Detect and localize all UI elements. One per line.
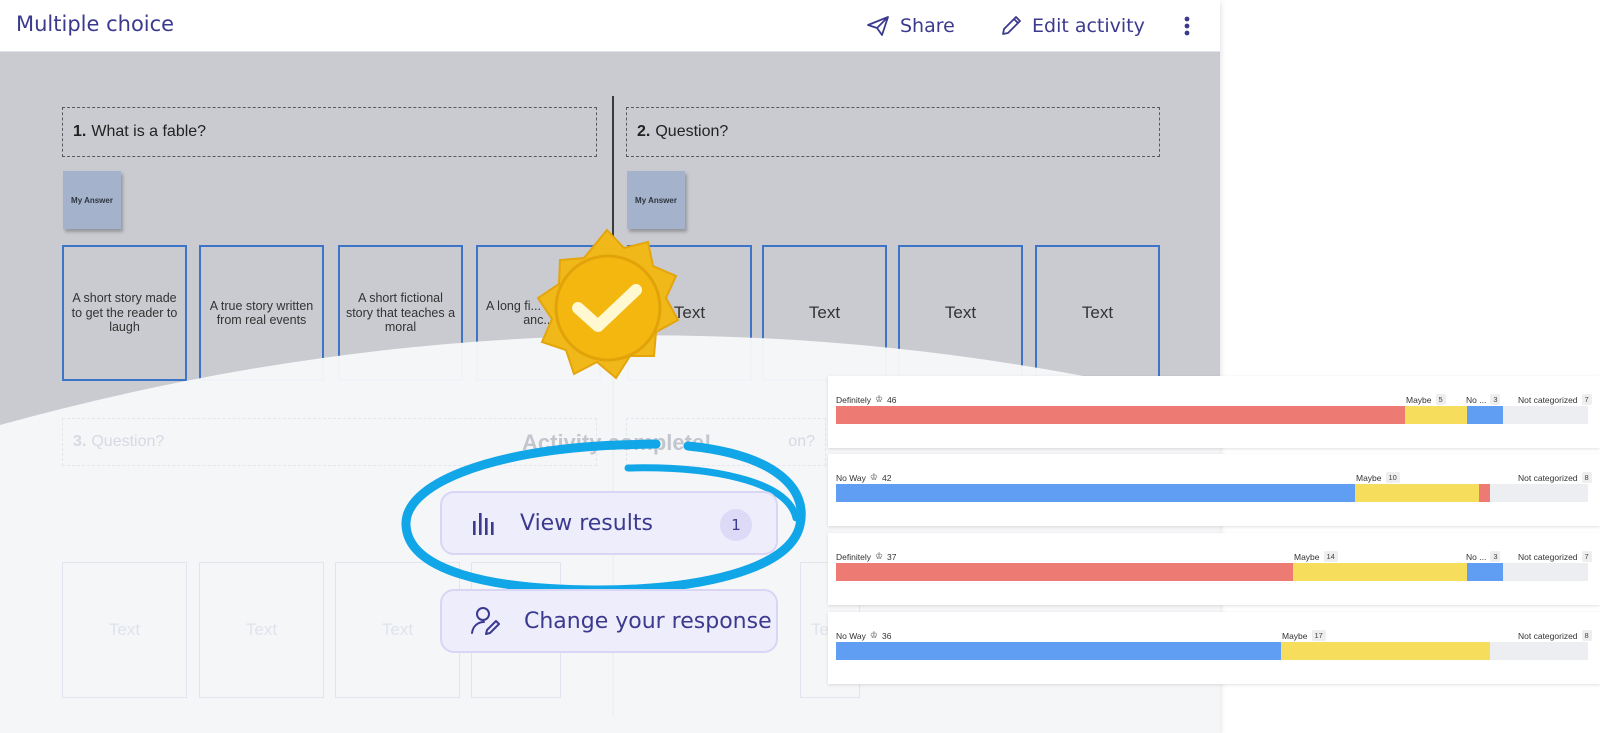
view-results-button[interactable]: View results 1 — [440, 491, 778, 555]
share-label: Share — [900, 15, 955, 37]
result-bar-segment — [1466, 406, 1504, 424]
result-bar-segment — [836, 642, 1282, 660]
crown-icon: ♔ — [874, 551, 884, 561]
option-card-q2-b[interactable]: Text — [762, 245, 887, 381]
result-bar-segment — [836, 406, 1406, 424]
result-row-3-left-label: Definitely ♔ 37 — [836, 551, 897, 562]
crown-icon: ♔ — [869, 472, 878, 482]
option-card-q3-b: Text — [199, 562, 324, 698]
result-bar-segment — [836, 563, 1294, 581]
crown-icon: ♔ — [869, 630, 878, 640]
result-row-2-mid-label: Maybe 10 — [1356, 472, 1400, 483]
result-bar-segment — [1281, 642, 1491, 660]
results-panel: Definitely ♔ 46 Maybe 5 No ... 3 Not categor… — [828, 376, 1600, 684]
more-options-button[interactable] — [1178, 10, 1196, 42]
result-row-1-nc-label: Not categorized 7 — [1518, 394, 1592, 405]
change-response-label: Change your response — [524, 608, 772, 634]
result-row-4[interactable]: No Way ♔ 36 Maybe 17 Not categorized 8 — [828, 612, 1600, 684]
sticky-note-q1[interactable]: My Answer — [63, 171, 121, 229]
option-card-q3-a: Text — [62, 562, 187, 698]
result-bar-segment — [836, 484, 1355, 502]
page-title: Multiple choice — [16, 12, 175, 36]
result-row-1-bar — [836, 406, 1588, 424]
user-edit-icon — [471, 607, 500, 635]
question-2-box[interactable]: 2. Question? — [626, 107, 1160, 157]
checkmark-badge-icon — [536, 228, 680, 380]
question-2-text: Question? — [655, 123, 729, 140]
question-3-text: Question? — [91, 433, 165, 450]
option-card-q1-a[interactable]: A short story made to get the reader to … — [62, 245, 187, 381]
sticky-note-q2[interactable]: My Answer — [627, 171, 685, 229]
result-row-2-left-label: No Way ♔ 42 — [836, 472, 892, 483]
result-row-1[interactable]: Definitely ♔ 46 Maybe 5 No ... 3 Not categor… — [828, 376, 1600, 448]
question-3-number: 3. — [73, 433, 87, 450]
top-bar: Multiple choice Share Edit activity — [0, 0, 1220, 52]
result-row-2-bar — [836, 484, 1588, 502]
results-count-badge: 1 — [720, 509, 752, 541]
crown-icon: ♔ — [874, 394, 884, 404]
vertical-dots-icon — [1184, 16, 1190, 36]
result-row-4-mid-label: Maybe 17 — [1282, 630, 1326, 641]
screen: Multiple choice Share Edit activity 1. Wh… — [0, 0, 1600, 733]
result-bar-segment — [1293, 563, 1467, 581]
result-row-2[interactable]: No Way ♔ 42 Maybe 10 Not categorized 8 — [828, 454, 1600, 526]
result-row-3-nc-label: Not categorized 7 — [1518, 551, 1592, 562]
change-response-button[interactable]: Change your response — [440, 589, 778, 653]
result-bar-segment — [1466, 563, 1504, 581]
option-card-q2-c[interactable]: Text — [898, 245, 1023, 381]
result-row-4-left-label: No Way ♔ 36 — [836, 630, 892, 641]
result-row-1-mid-label: Maybe 5 — [1406, 394, 1446, 405]
question-2-number: 2. — [637, 123, 651, 140]
result-bar-segment — [1354, 484, 1479, 502]
result-row-2-nc-label: Not categorized 8 — [1518, 472, 1592, 483]
result-bar-segment — [1478, 484, 1491, 502]
result-row-3-bar — [836, 563, 1588, 581]
result-row-3-mid-label: Maybe 14 — [1294, 551, 1338, 562]
result-row-1-left-label: Definitely ♔ 46 — [836, 394, 897, 405]
option-card-q1-c[interactable]: A short fictional story that teaches a m… — [338, 245, 463, 381]
share-button[interactable]: Share — [866, 10, 955, 42]
edit-activity-label: Edit activity — [1032, 15, 1145, 37]
result-row-3-third-label: No ... 3 — [1466, 551, 1501, 562]
edit-activity-button[interactable]: Edit activity — [1000, 10, 1145, 42]
bar-chart-icon — [473, 513, 494, 535]
result-row-4-bar — [836, 642, 1588, 660]
view-results-label: View results — [520, 510, 653, 536]
pencil-icon — [1002, 16, 1021, 35]
option-card-q1-b[interactable]: A true story written from real events — [199, 245, 324, 381]
result-row-3[interactable]: Definitely ♔ 37 Maybe 14 No ... 3 Not catego… — [828, 533, 1600, 605]
question-1-box[interactable]: 1. What is a fable? — [62, 107, 597, 157]
question-1-text: What is a fable? — [91, 123, 207, 140]
option-card-q2-d[interactable]: Text — [1035, 245, 1160, 381]
result-row-4-nc-label: Not categorized 8 — [1518, 630, 1592, 641]
result-row-1-third-label: No ... 3 — [1466, 394, 1501, 405]
question-1-number: 1. — [73, 123, 87, 140]
result-bar-segment — [1405, 406, 1467, 424]
paper-plane-icon — [867, 16, 889, 36]
